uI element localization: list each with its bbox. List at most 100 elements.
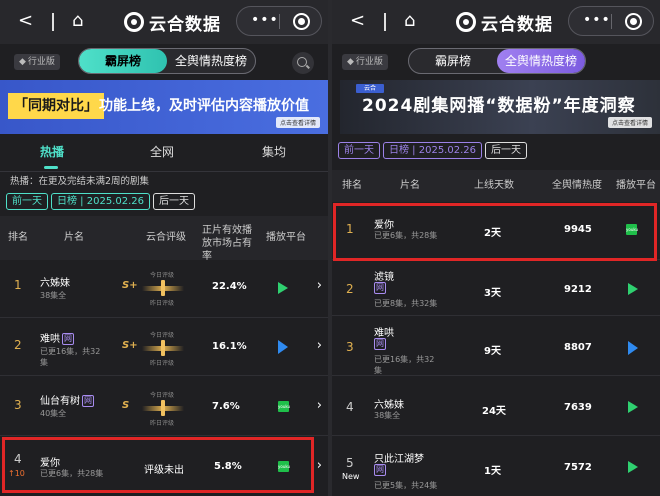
- table-row[interactable]: 2 滤镜 网 已更8集，共32集 3天 9212: [332, 260, 660, 316]
- edition-label: 行业版: [27, 57, 55, 67]
- back-icon[interactable]: <: [350, 10, 365, 32]
- show-title: 爱你: [40, 458, 60, 469]
- rank-number: 1: [14, 278, 22, 292]
- rank-change: ↑10: [8, 469, 25, 478]
- board-switch: 霸屏榜 全舆情热度榜: [78, 48, 256, 74]
- table-header: 排名 片名 上线天数 全舆情热度 播放平台: [332, 170, 660, 202]
- edition-badge[interactable]: ◆ 行业版: [342, 54, 388, 70]
- home-icon[interactable]: ⌂: [404, 10, 415, 32]
- diamond-icon: ◆: [19, 57, 26, 67]
- left-panel: < ⌂ 云合数据 ••• ◆ 行业版 霸屏榜 全舆情热度榜 「同期对比」 功能上线…: [0, 0, 328, 496]
- table-row[interactable]: 5 New 只此江湖梦 网 已更5集，共24集 1天 7572: [332, 436, 660, 496]
- close-target-icon[interactable]: [293, 13, 310, 30]
- more-icon[interactable]: •••: [251, 12, 279, 28]
- rank-number: 3: [14, 398, 22, 412]
- brand-logo: 云合数据: [456, 9, 553, 35]
- tab-quanyuqing[interactable]: 全舆情热度榜: [167, 49, 255, 73]
- table-row[interactable]: 1 爱你 已更6集，共28集 2天 9945 youku: [332, 202, 660, 260]
- banner-logo: 云合: [356, 84, 384, 93]
- table-header: 排名 片名 云合评级 正片有效播放市场占有率 播放平台: [0, 216, 328, 262]
- tab-rebo[interactable]: 热播: [40, 142, 64, 162]
- days-online: 24天: [482, 406, 506, 417]
- web-drama-badge: 网: [374, 282, 386, 294]
- grade-value: S+: [122, 340, 138, 351]
- brand-name: 云合数据: [481, 14, 553, 35]
- next-day-button[interactable]: 后一天: [484, 142, 527, 159]
- date-picker[interactable]: 日榜 | 2025.02.26: [51, 193, 150, 210]
- tab-quanyuqing[interactable]: 全舆情热度榜: [497, 49, 585, 73]
- show-title: 难哄网: [40, 330, 74, 345]
- screenshot-root: < ⌂ 云合数据 ••• ◆ 行业版 霸屏榜 全舆情热度榜 「同期对比」 功能上线…: [0, 0, 660, 496]
- heat-score: 9212: [564, 284, 592, 295]
- tab-bapingbang[interactable]: 霸屏榜: [409, 49, 497, 73]
- capsule-divider: [279, 14, 280, 29]
- episode-info: 已更6集，共28集: [40, 469, 104, 478]
- heat-score: 8807: [564, 342, 592, 353]
- search-icon[interactable]: [292, 52, 314, 74]
- market-share: 22.4%: [212, 281, 247, 292]
- table-row[interactable]: 3 仙台有树网 40集全 S 今日评级 昨日评级 7.6% youku ›: [0, 376, 328, 436]
- mini-program-capsule: •••: [236, 6, 322, 36]
- episode-info: 已更5集，共24集: [374, 481, 438, 490]
- diamond-icon: ◆: [347, 57, 354, 67]
- col-grade: 云合评级: [146, 232, 186, 243]
- table-row[interactable]: 4 ↑10 爱你 已更6集，共28集 评级未出 5.8% youku ›: [0, 436, 328, 496]
- iqiyi-icon: [628, 283, 638, 295]
- market-share: 5.8%: [214, 461, 242, 472]
- board-switch: 霸屏榜 全舆情热度榜: [408, 48, 586, 74]
- capsule-divider: [611, 14, 612, 29]
- table-row[interactable]: 1 六姊妹 38集全 S+ 今日评级 昨日评级 22.4% ›: [0, 260, 328, 318]
- rank-number: 2: [14, 338, 22, 352]
- table-row[interactable]: 4 六姊妹 38集全 24天 7639: [332, 376, 660, 436]
- more-icon[interactable]: •••: [583, 12, 611, 28]
- episode-info: 38集全: [374, 411, 401, 420]
- back-icon[interactable]: <: [18, 10, 33, 32]
- chevron-right-icon[interactable]: ›: [317, 398, 322, 413]
- filter-note: 热播：在更及完结未满2周的剧集: [10, 176, 150, 187]
- banner-detail[interactable]: 点击查看详情: [607, 117, 652, 128]
- date-selector: 前一天 日榜 | 2025.02.26 后一天: [338, 142, 527, 159]
- prev-day-button[interactable]: 前一天: [338, 142, 380, 159]
- episode-info: 已更6集，共28集: [374, 231, 438, 240]
- episode-info: 已更16集，共32集: [374, 355, 435, 375]
- brand-logo: 云合数据: [124, 9, 221, 35]
- promo-banner[interactable]: 云合 2024剧集网播“数据粉”年度洞察 点击查看详情: [340, 80, 660, 134]
- col-title: 片名: [64, 232, 84, 243]
- home-icon[interactable]: ⌂: [72, 10, 83, 32]
- date-picker[interactable]: 日榜 | 2025.02.26: [383, 142, 482, 159]
- promo-banner[interactable]: 「同期对比」 功能上线，及时评估内容播放价值 点击查看详情: [0, 80, 328, 134]
- edition-badge[interactable]: ◆ 行业版: [14, 54, 60, 70]
- next-day-button[interactable]: 后一天: [152, 193, 195, 210]
- tab-quanwang[interactable]: 全网: [150, 142, 174, 162]
- chevron-right-icon[interactable]: ›: [317, 458, 322, 473]
- top-bar: < ⌂ 云合数据 •••: [332, 0, 660, 44]
- banner-label: 「同期对比」: [8, 93, 104, 119]
- banner-text: 2024剧集网播“数据粉”年度洞察: [362, 96, 636, 116]
- table-row[interactable]: 2 难哄网 已更16集，共32集 S+ 今日评级 昨日评级 16.1% ›: [0, 318, 328, 376]
- show-title-text: 仙台有树: [40, 396, 80, 407]
- heat-score: 7639: [564, 402, 592, 413]
- days-online: 9天: [484, 346, 501, 357]
- prev-day-button[interactable]: 前一天: [6, 193, 48, 210]
- chevron-right-icon[interactable]: ›: [317, 338, 322, 353]
- grade-value: S+: [122, 280, 138, 291]
- col-rank: 排名: [342, 180, 362, 191]
- episode-info: 40集全: [40, 409, 67, 418]
- chevron-right-icon[interactable]: ›: [317, 278, 322, 293]
- today-grade-label: 今日评级: [150, 392, 175, 399]
- market-share: 7.6%: [212, 401, 240, 412]
- spark-marker: [161, 400, 165, 416]
- episode-info: 已更16集，共32集: [40, 347, 101, 367]
- table-row[interactable]: 3 难哄 网 已更16集，共32集 9天 8807: [332, 316, 660, 376]
- tab-bapingbang[interactable]: 霸屏榜: [79, 49, 167, 73]
- banner-detail[interactable]: 点击查看详情: [275, 117, 320, 128]
- rank-number: 2: [346, 282, 354, 296]
- heat-score: 7572: [564, 462, 592, 473]
- tab-jijun[interactable]: 集均: [262, 142, 286, 162]
- grade-sparkline: 今日评级 昨日评级: [142, 330, 184, 367]
- spark-marker: [161, 340, 165, 356]
- close-target-icon[interactable]: [625, 13, 642, 30]
- rank-number: 5: [346, 456, 354, 470]
- col-heat: 全舆情热度: [552, 180, 602, 191]
- mini-program-capsule: •••: [568, 6, 654, 36]
